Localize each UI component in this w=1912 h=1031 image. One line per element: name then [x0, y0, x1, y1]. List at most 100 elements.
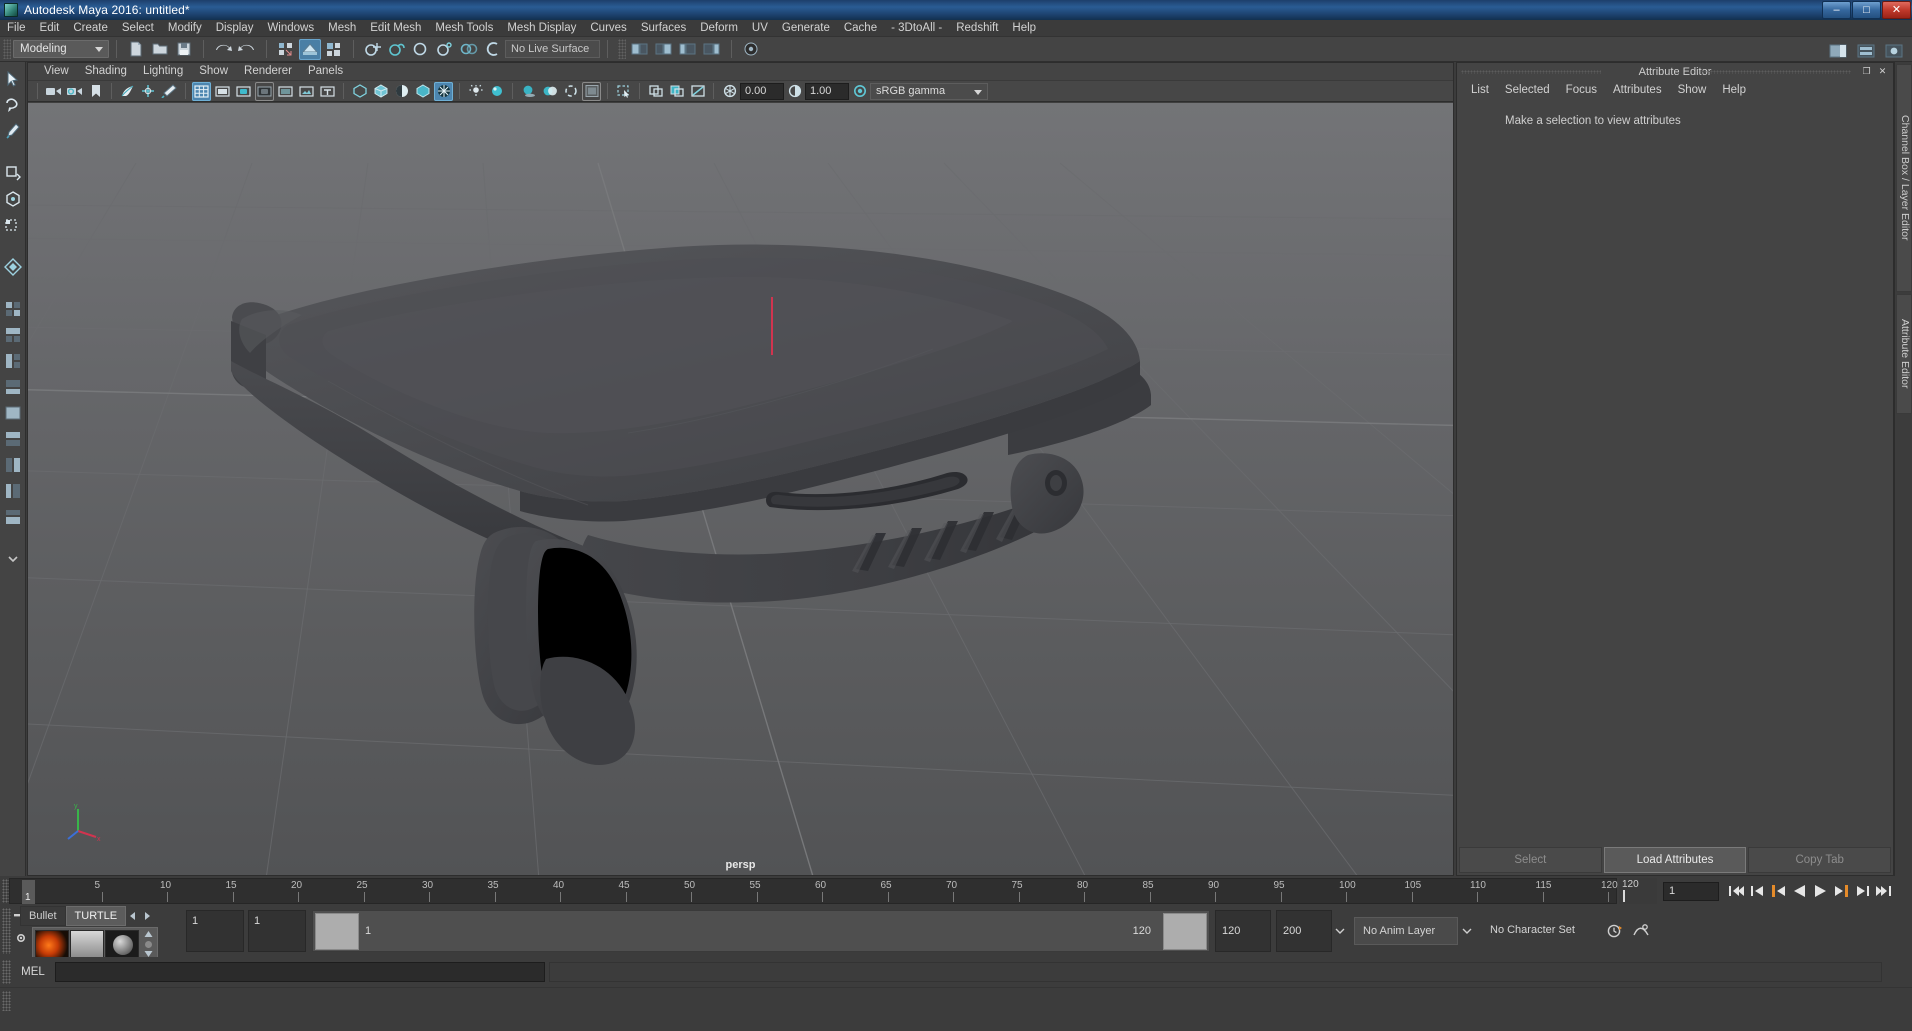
- menu-item-generate[interactable]: Generate: [775, 20, 837, 37]
- panel-menu-item-shading[interactable]: Shading: [77, 63, 135, 80]
- minimize-button[interactable]: –: [1822, 1, 1851, 19]
- animation-preferences-icon[interactable]: [1628, 910, 1654, 952]
- grid-toggle-icon[interactable]: [192, 81, 211, 101]
- sidebar-attribute-icon[interactable]: [1883, 40, 1905, 61]
- render-current-frame-icon[interactable]: [740, 39, 762, 60]
- menu-item-cache[interactable]: Cache: [837, 20, 884, 37]
- select-tool[interactable]: [2, 68, 24, 90]
- anim-range-chevron-icon[interactable]: [1332, 910, 1348, 952]
- menu-item-mesh-display[interactable]: Mesh Display: [500, 20, 583, 37]
- command-language-label[interactable]: MEL: [11, 966, 55, 978]
- shelf-scroll-spinner[interactable]: [142, 930, 155, 958]
- panel-menu-item-show[interactable]: Show: [191, 63, 236, 80]
- toolbar-grip[interactable]: [618, 39, 626, 59]
- character-set-selector[interactable]: No Character Set: [1482, 917, 1602, 945]
- menu-item-uv[interactable]: UV: [745, 20, 775, 37]
- viewport-3d[interactable]: y x persp: [28, 103, 1453, 875]
- hud-text-icon[interactable]: [318, 82, 337, 101]
- last-tool-used[interactable]: [2, 256, 24, 278]
- shaded-wireframe-icon[interactable]: [434, 81, 453, 101]
- menu-item-curves[interactable]: Curves: [583, 20, 633, 37]
- menu-item-create[interactable]: Create: [66, 20, 115, 37]
- menu-item-modify[interactable]: Modify: [161, 20, 209, 37]
- menu-item-edit[interactable]: Edit: [33, 20, 67, 37]
- xray-icon[interactable]: [646, 82, 665, 101]
- exposure-field[interactable]: 0.00: [740, 82, 784, 100]
- camera-outliner-persp-icon[interactable]: [2, 480, 24, 502]
- panel-menu-item-lighting[interactable]: Lighting: [135, 63, 191, 80]
- shelf-tab-bullet[interactable]: Bullet: [20, 906, 66, 926]
- select-by-component-icon[interactable]: [323, 39, 345, 60]
- use-all-lights-icon[interactable]: [487, 82, 506, 101]
- snap-to-curve-icon[interactable]: [386, 39, 408, 60]
- lasso-select-tool[interactable]: [2, 94, 24, 116]
- 2d-pan-zoom-icon[interactable]: [139, 82, 158, 101]
- wireframe-shading-icon[interactable]: [350, 82, 369, 101]
- shelf-next-icon[interactable]: [140, 906, 154, 926]
- anim-layer-selector[interactable]: No Anim Layer: [1354, 917, 1458, 945]
- load-attributes-button[interactable]: Load Attributes: [1603, 847, 1747, 873]
- snap-to-view-plane-icon[interactable]: [458, 39, 480, 60]
- gamma-field[interactable]: 1.00: [805, 82, 849, 100]
- ae-menu-item-help[interactable]: Help: [1714, 80, 1754, 100]
- copy-tab-button[interactable]: Copy Tab: [1748, 847, 1892, 873]
- multisample-aa-icon[interactable]: [582, 82, 601, 101]
- undo-icon[interactable]: [212, 39, 234, 60]
- snap-to-grid-icon[interactable]: [362, 39, 384, 60]
- use-default-light-icon[interactable]: [466, 82, 485, 101]
- select-button[interactable]: Select: [1459, 847, 1602, 873]
- image-plane-toggle-icon[interactable]: [297, 82, 316, 101]
- shelf-prev-icon[interactable]: [126, 906, 140, 926]
- anim-layer-chevron-icon[interactable]: [1458, 910, 1476, 952]
- step-back-frame-icon[interactable]: [1769, 881, 1788, 901]
- current-time-indicator[interactable]: 1: [22, 880, 35, 904]
- ae-menu-item-show[interactable]: Show: [1670, 80, 1715, 100]
- smooth-shade-selected-icon[interactable]: [392, 82, 411, 101]
- flat-shade-icon[interactable]: [413, 82, 432, 101]
- step-forward-keyframe-icon[interactable]: [1853, 881, 1872, 901]
- camera-single-icon[interactable]: [2, 402, 24, 424]
- image-plane-icon[interactable]: [118, 82, 137, 101]
- go-to-end-icon[interactable]: [1874, 881, 1893, 901]
- menu-item-help[interactable]: Help: [1005, 20, 1043, 37]
- time-slider-grip[interactable]: [2, 879, 9, 903]
- xray-joints-icon[interactable]: [667, 82, 686, 101]
- gamma-icon[interactable]: [785, 82, 804, 101]
- menu-set-selector[interactable]: Modeling: [13, 40, 109, 58]
- redo-icon[interactable]: [236, 39, 258, 60]
- shadows-icon[interactable]: [519, 82, 538, 101]
- rotate-tool[interactable]: [2, 188, 24, 210]
- playback-end-field[interactable]: 120: [1215, 910, 1271, 952]
- isolate-select-icon[interactable]: [614, 82, 633, 101]
- close-button[interactable]: ✕: [1882, 1, 1911, 19]
- motion-blur-icon[interactable]: [561, 82, 580, 101]
- menu-item-deform[interactable]: Deform: [693, 20, 745, 37]
- shelf-tab-turtle[interactable]: TURTLE: [65, 906, 127, 926]
- select-camera-icon[interactable]: [44, 82, 63, 101]
- range-slider[interactable]: 1 120: [312, 910, 1210, 952]
- snap-to-projected-center-icon[interactable]: [434, 39, 456, 60]
- menu-item-surfaces[interactable]: Surfaces: [634, 20, 693, 37]
- step-back-keyframe-icon[interactable]: [1748, 881, 1767, 901]
- ambient-occlusion-icon[interactable]: [540, 82, 559, 101]
- help-line-grip[interactable]: [2, 991, 11, 1011]
- color-management-icon[interactable]: [850, 82, 869, 101]
- tab-channel-box-layer-editor[interactable]: Channel Box / Layer Editor: [1896, 64, 1912, 292]
- close-panel-icon[interactable]: ✕: [1876, 65, 1889, 78]
- bookmark-icon[interactable]: [86, 82, 105, 101]
- scale-tool[interactable]: [2, 214, 24, 236]
- show-hide-editor-icon[interactable]: [629, 39, 651, 60]
- move-tool[interactable]: [2, 162, 24, 184]
- snap-to-point-icon[interactable]: [410, 39, 432, 60]
- play-forwards-icon[interactable]: [1811, 881, 1830, 901]
- camera-persp-top-icon[interactable]: [2, 324, 24, 346]
- new-scene-icon[interactable]: [125, 39, 147, 60]
- ae-menu-item-focus[interactable]: Focus: [1558, 80, 1605, 100]
- color-management-selector[interactable]: sRGB gamma: [870, 82, 988, 100]
- camera-four-view-icon[interactable]: [2, 298, 24, 320]
- menu-item-redshift[interactable]: Redshift: [949, 20, 1005, 37]
- save-scene-icon[interactable]: [173, 39, 195, 60]
- camera-two-stacked-icon[interactable]: [2, 428, 24, 450]
- menu-item-select[interactable]: Select: [115, 20, 161, 37]
- exposure-icon[interactable]: [720, 82, 739, 101]
